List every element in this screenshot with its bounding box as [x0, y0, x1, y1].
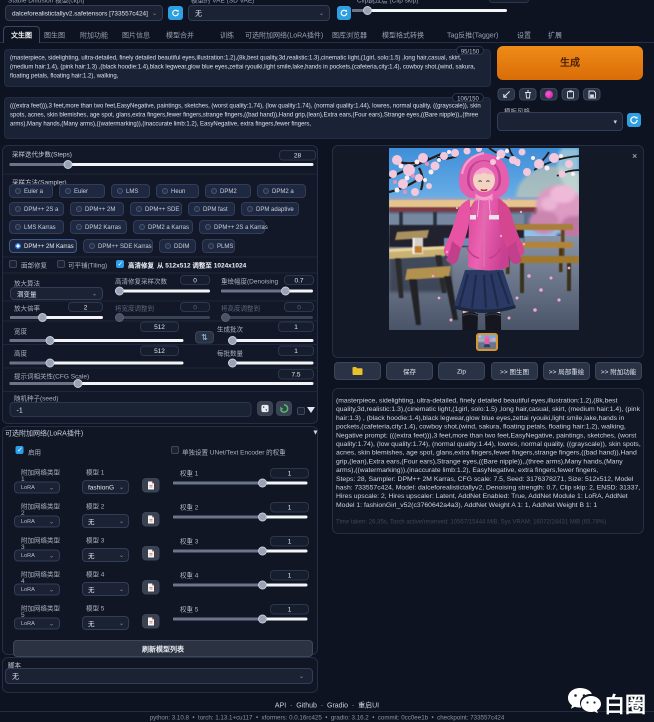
svg-text:白圈: 白圈 [604, 693, 646, 717]
